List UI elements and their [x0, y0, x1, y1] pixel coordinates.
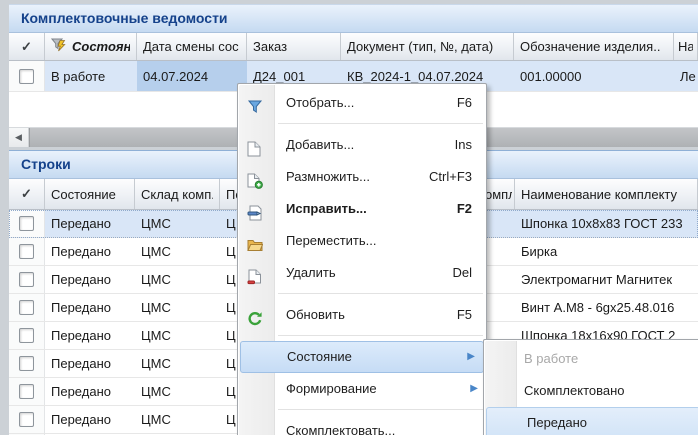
- scroll-left-button[interactable]: ◀: [9, 128, 29, 147]
- submenu-arrow-icon: ▶: [467, 342, 475, 372]
- submenu-arrow-icon: ▶: [470, 373, 478, 405]
- cell-warehouse[interactable]: ЦМС: [135, 406, 220, 433]
- row-checkbox[interactable]: [19, 356, 34, 371]
- row-check-cell[interactable]: [9, 61, 45, 91]
- state-submenu: В работе Скомплектовано Передано: [483, 339, 698, 435]
- menu-item-edit[interactable]: Исправить... F2: [238, 193, 486, 225]
- vedomosti-header-row: ✓ Состояни Дата смены сос Заказ Документ…: [9, 33, 698, 61]
- menu-item-add[interactable]: Добавить... Ins: [238, 129, 486, 161]
- row-check-cell[interactable]: [9, 322, 45, 349]
- filter-lightning-icon: [51, 38, 68, 56]
- row-checkbox[interactable]: [19, 216, 34, 231]
- cell-state[interactable]: Передано: [45, 378, 135, 405]
- check-icon: ✓: [21, 39, 32, 55]
- cell-component-name[interactable]: Шпонка 10х8х83 ГОСТ 233: [515, 210, 698, 237]
- context-menu: Отобрать... F6 Добавить... Ins Размножит…: [237, 83, 487, 435]
- submenu-item-completed[interactable]: Скомплектовано: [484, 375, 698, 407]
- refresh-icon: [247, 307, 263, 323]
- row-check-cell[interactable]: [9, 266, 45, 293]
- cell-product-code[interactable]: 001.00000: [514, 61, 674, 91]
- cell-state[interactable]: Передано: [45, 238, 135, 265]
- row-check-cell[interactable]: [9, 406, 45, 433]
- row-checkbox[interactable]: [19, 300, 34, 315]
- row-checkbox[interactable]: [19, 412, 34, 427]
- menu-item-filter[interactable]: Отобрать... F6: [238, 87, 486, 119]
- page-minus-icon: [247, 265, 263, 281]
- scroll-left-icon: ◀: [15, 132, 22, 143]
- cell-component-code[interactable]: [483, 210, 515, 237]
- cell-warehouse[interactable]: ЦМС: [135, 266, 220, 293]
- select-all-column-header[interactable]: ✓: [9, 33, 45, 60]
- column-header-date[interactable]: Дата смены сос: [137, 33, 247, 60]
- cell-warehouse[interactable]: ЦМС: [135, 294, 220, 321]
- row-check-cell[interactable]: [9, 238, 45, 265]
- menu-item-refresh[interactable]: Обновить F5: [238, 299, 486, 331]
- menu-item-complete[interactable]: Скомплектовать...: [238, 415, 486, 435]
- menu-item-duplicate[interactable]: Размножить... Ctrl+F3: [238, 161, 486, 193]
- row-checkbox[interactable]: [19, 272, 34, 287]
- cell-state[interactable]: Передано: [45, 322, 135, 349]
- cell-name[interactable]: Ле: [674, 61, 698, 91]
- column-header-state[interactable]: Состояни: [45, 33, 137, 60]
- menu-separator: [238, 289, 486, 299]
- row-check-cell[interactable]: [9, 378, 45, 405]
- menu-separator: [238, 405, 486, 415]
- vedomosti-panel-title: Комплектовочные ведомости: [9, 5, 698, 33]
- app-window: Комплектовочные ведомости ✓ Состояни Дат…: [0, 0, 698, 435]
- column-header-warehouse[interactable]: Склад комп.: [135, 179, 220, 209]
- filter-icon: [247, 95, 263, 111]
- column-header-product-code[interactable]: Обозначение изделия..: [514, 33, 674, 60]
- cell-state[interactable]: Передано: [45, 266, 135, 293]
- column-header-component-name[interactable]: Наименование комплекту: [515, 179, 698, 209]
- row-checkbox[interactable]: [19, 328, 34, 343]
- cell-component-code[interactable]: [483, 266, 515, 293]
- panel-title-text: Строки: [21, 156, 71, 172]
- check-icon: ✓: [21, 186, 32, 202]
- cell-state[interactable]: Передано: [45, 210, 135, 237]
- page-icon: [247, 137, 263, 153]
- select-all-column-header[interactable]: ✓: [9, 179, 45, 209]
- column-label: Состояни: [72, 39, 130, 54]
- cell-state[interactable]: Передано: [45, 406, 135, 433]
- submenu-item-transferred[interactable]: Передано: [486, 407, 698, 435]
- menu-separator: [238, 119, 486, 129]
- cell-date-focused[interactable]: 04.07.2024: [137, 61, 247, 91]
- menu-item-delete[interactable]: Удалить Del: [238, 257, 486, 289]
- folder-icon: [247, 233, 263, 249]
- menu-item-state[interactable]: Состояние ▶: [240, 341, 484, 373]
- row-check-cell[interactable]: [9, 210, 45, 237]
- cell-warehouse[interactable]: ЦМС: [135, 378, 220, 405]
- row-checkbox[interactable]: [19, 69, 34, 84]
- cell-component-name[interactable]: Электромагнит Магнитек: [515, 266, 698, 293]
- column-header-order[interactable]: Заказ: [247, 33, 341, 60]
- row-check-cell[interactable]: [9, 294, 45, 321]
- cell-component-code[interactable]: [483, 294, 515, 321]
- cell-state[interactable]: В работе: [45, 61, 137, 91]
- cell-component-code[interactable]: [483, 238, 515, 265]
- column-header-state[interactable]: Состояние: [45, 179, 135, 209]
- page-plus-icon: [247, 169, 263, 185]
- cell-state[interactable]: Передано: [45, 350, 135, 377]
- row-check-cell[interactable]: [9, 350, 45, 377]
- menu-separator: [238, 331, 486, 341]
- page-edit-icon: [247, 201, 263, 217]
- menu-item-formation[interactable]: Формирование ▶: [238, 373, 486, 405]
- cell-component-name[interactable]: Бирка: [515, 238, 698, 265]
- row-checkbox[interactable]: [19, 384, 34, 399]
- column-header-document[interactable]: Документ (тип, №, дата): [341, 33, 514, 60]
- cell-warehouse[interactable]: ЦМС: [135, 322, 220, 349]
- submenu-item-in-progress: В работе: [484, 343, 698, 375]
- cell-component-name[interactable]: Винт А.М8 - 6gх25.48.016: [515, 294, 698, 321]
- column-header-name[interactable]: На: [674, 33, 698, 60]
- row-checkbox[interactable]: [19, 244, 34, 259]
- cell-warehouse[interactable]: ЦМС: [135, 210, 220, 237]
- panel-title-text: Комплектовочные ведомости: [21, 10, 228, 26]
- cell-warehouse[interactable]: ЦМС: [135, 238, 220, 265]
- menu-item-move[interactable]: Переместить...: [238, 225, 486, 257]
- cell-warehouse[interactable]: ЦМС: [135, 350, 220, 377]
- column-header-component-code[interactable]: омпле: [483, 179, 515, 209]
- cell-state[interactable]: Передано: [45, 294, 135, 321]
